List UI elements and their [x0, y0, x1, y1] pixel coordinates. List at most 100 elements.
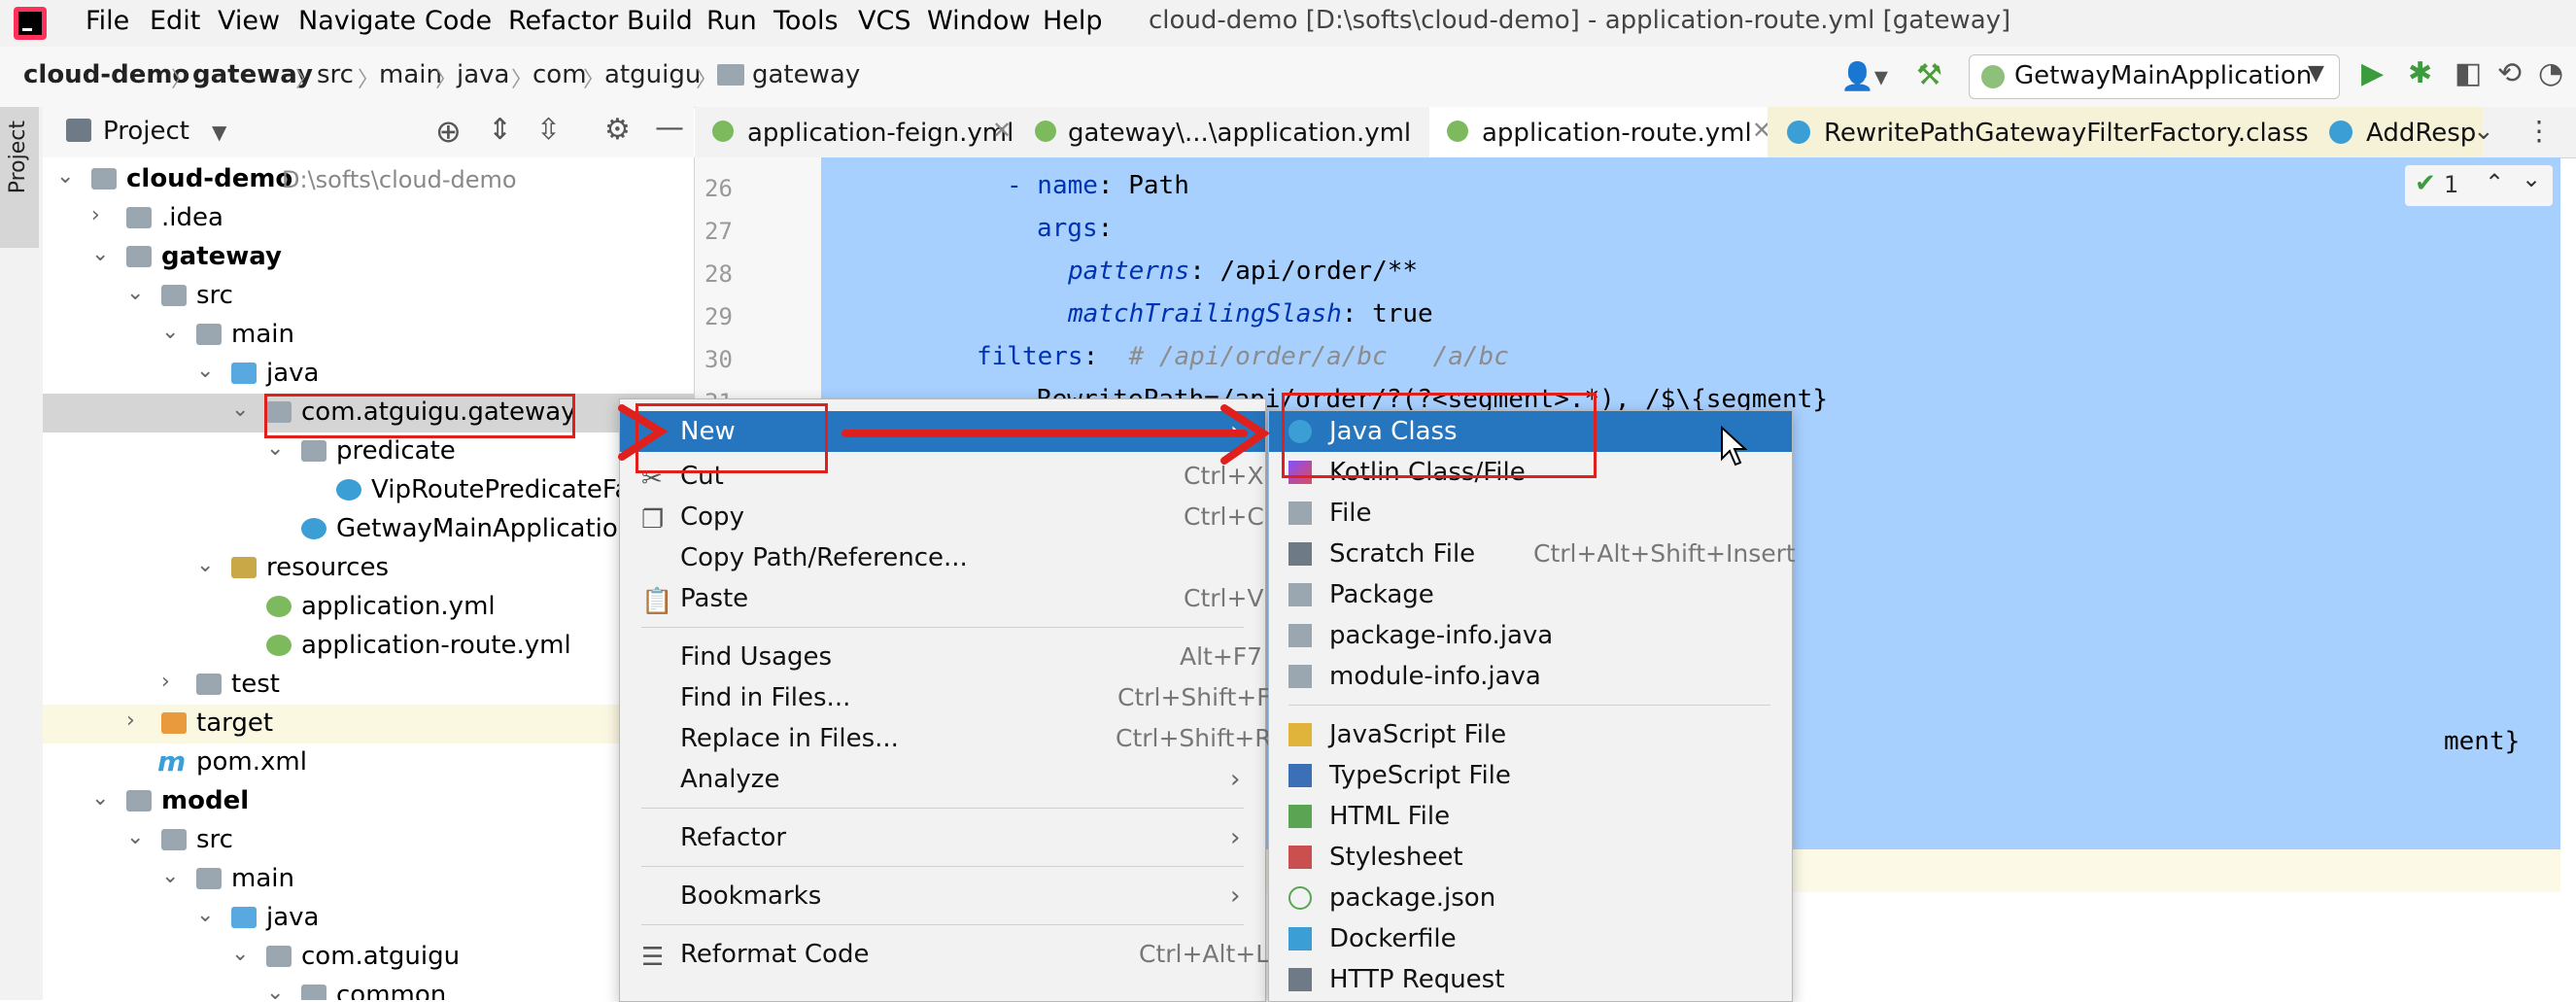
tab-rewritepath-class[interactable]: RewritePathGatewayFilterFactory.class ✕ [1768, 107, 2362, 157]
tree-item-com-atguigu[interactable]: ⌄ com.atguigu [43, 938, 694, 977]
chevron-down-icon[interactable]: ⌄ [196, 553, 214, 577]
previous-highlight-icon[interactable]: ⌃ [2485, 169, 2504, 196]
chevron-down-icon[interactable]: ⌄ [161, 864, 179, 888]
project-tool-tab[interactable]: Project [0, 107, 39, 248]
chevron-down-icon[interactable]: ⌄ [126, 825, 144, 849]
tree-item-application-yml[interactable]: application.yml [43, 588, 694, 627]
menu-item-bookmarks[interactable]: Bookmarks › [620, 876, 1265, 916]
hide-panel-icon[interactable]: — [655, 111, 684, 145]
menu-item-copy-path[interactable]: Copy Path/Reference... [620, 537, 1265, 578]
chevron-right-icon[interactable]: › [91, 203, 100, 227]
menu-tools[interactable]: Tools [773, 6, 839, 36]
more-run-icon[interactable]: ◔ [2538, 56, 2563, 90]
menu-item-dockerfile[interactable]: Dockerfile [1269, 918, 1792, 959]
chevron-down-icon[interactable]: ⌄ [91, 786, 109, 811]
expand-all-icon[interactable]: ⇕ [488, 113, 512, 147]
tree-item-common[interactable]: ⌄ common [43, 977, 694, 1000]
close-icon[interactable]: ✕ [992, 117, 1012, 144]
menu-item-stylesheet[interactable]: Stylesheet [1269, 837, 1792, 878]
collapse-all-icon[interactable]: ⇳ [536, 113, 561, 147]
menu-item-typescript-file[interactable]: TypeScript File [1269, 755, 1792, 796]
menu-item-find-usages[interactable]: Find Usages Alt+F7 [620, 637, 1265, 677]
menu-run[interactable]: Run [706, 6, 757, 36]
chevron-down-icon[interactable]: ⌄ [266, 981, 284, 1000]
menu-item-paste[interactable]: 📋 Paste Ctrl+V [620, 578, 1265, 619]
tree-item-model[interactable]: ⌄ model [43, 782, 694, 821]
menu-item-reformat-code[interactable]: ☰ Reformat Code Ctrl+Alt+L [620, 934, 1269, 975]
menu-item-file[interactable]: File [1269, 493, 1792, 534]
menu-item-scratch-file[interactable]: Scratch File Ctrl+Alt+Shift+Insert [1269, 534, 1796, 574]
menu-item-html-file[interactable]: HTML File [1269, 796, 1792, 837]
tab-gateway-application[interactable]: gateway\...\application.yml ✕ [1029, 107, 1748, 157]
tab-application-route[interactable]: application-route.yml ✕ [1429, 107, 1781, 161]
tree-item-application-route-yml[interactable]: application-route.yml [43, 627, 694, 666]
tree-item-predicate[interactable]: ⌄ predicate [43, 432, 694, 471]
menu-build[interactable]: Build [627, 6, 693, 36]
tree-item-test[interactable]: › test [43, 666, 694, 705]
menu-item-package-info[interactable]: package-info.java [1269, 615, 1792, 656]
tree-item-gateway[interactable]: ⌄ gateway [43, 238, 694, 277]
menu-item-package-json[interactable]: package.json [1269, 878, 1792, 918]
chevron-down-icon[interactable]: ⌄ [266, 436, 284, 461]
tree-item-main[interactable]: ⌄ main [43, 316, 694, 355]
menu-view[interactable]: View [218, 6, 280, 36]
tree-item-getwaymainapplication[interactable]: GetwayMainApplication [43, 510, 694, 549]
menu-item-copy[interactable]: ❐ Copy Ctrl+C [620, 497, 1265, 537]
tree-item-cloud-demo[interactable]: ⌄ cloud-demo D:\softs\cloud-demo [43, 160, 694, 199]
chevron-right-icon[interactable]: › [161, 670, 170, 694]
tree-item-idea[interactable]: › .idea [43, 199, 694, 238]
tree-item-src[interactable]: ⌄ src [43, 821, 694, 860]
tree-item-java[interactable]: ⌄ java [43, 899, 694, 938]
menu-item-find-in-files[interactable]: Find in Files... Ctrl+Shift+F [620, 677, 1271, 718]
locate-file-icon[interactable]: ⊕ [435, 113, 462, 150]
menu-navigate[interactable]: Navigate [298, 6, 416, 36]
tree-item-main[interactable]: ⌄ main [43, 860, 694, 899]
chevron-down-icon[interactable]: ⌄ [231, 942, 249, 966]
tree-item-src[interactable]: ⌄ src [43, 277, 694, 316]
more-options-icon[interactable]: ⋮ [2525, 115, 2553, 147]
chevron-down-icon[interactable]: ⌄ [196, 359, 214, 383]
menu-vcs[interactable]: VCS [858, 6, 910, 36]
run-icon[interactable]: ▶ [2361, 56, 2384, 90]
tab-application-feign[interactable]: application-feign.yml ✕ [695, 107, 1021, 157]
chevron-right-icon[interactable]: › [126, 708, 135, 733]
tree-item-java[interactable]: ⌄ java [43, 355, 694, 394]
coverage-icon[interactable]: ◧ [2455, 56, 2482, 90]
menu-window[interactable]: Window [927, 6, 1030, 36]
menu-item-analyze[interactable]: Analyze › [620, 759, 1265, 800]
tree-item-target[interactable]: › target [43, 705, 694, 743]
breadcrumb-project[interactable]: cloud-demo [23, 60, 189, 89]
profiler-icon[interactable]: ⟲ [2497, 56, 2522, 90]
debug-icon[interactable]: ✱ [2408, 56, 2432, 90]
chevron-down-icon[interactable]: ⌄ [231, 397, 249, 422]
menu-file[interactable]: File [86, 6, 129, 36]
build-hammer-icon[interactable]: ⚒ [1916, 58, 1942, 92]
menu-help[interactable]: Help [1043, 6, 1103, 36]
menu-item-package[interactable]: Package [1269, 574, 1792, 615]
tab-addresp[interactable]: AddResp [2310, 107, 2483, 157]
menu-item-module-info[interactable]: module-info.java [1269, 656, 1792, 697]
gear-icon[interactable]: ⚙ [604, 113, 631, 147]
breadcrumb-java[interactable]: java [457, 60, 509, 89]
breadcrumb-gateway-package[interactable]: gateway [752, 60, 860, 89]
breadcrumb-atguigu[interactable]: atguigu [604, 60, 701, 89]
chevron-down-icon[interactable]: ▼ [212, 121, 226, 144]
tree-item-pom-xml[interactable]: m pom.xml [43, 743, 694, 782]
run-configuration-selector[interactable]: GetwayMainApplication ▼ [1969, 54, 2340, 99]
menu-item-http-request[interactable]: HTTP Request [1269, 959, 1792, 1000]
chevron-down-icon[interactable]: ⌄ [126, 281, 144, 305]
chevron-down-icon[interactable]: ⌄ [161, 320, 179, 344]
tree-item-viproutepredicatefact[interactable]: VipRoutePredicateFact [43, 471, 694, 510]
breadcrumb-main[interactable]: main [379, 60, 442, 89]
chevron-down-icon[interactable]: ⌄ [91, 242, 109, 266]
inspection-widget[interactable]: ✔ 1 ⌃ ⌄ [2405, 165, 2553, 206]
menu-item-refactor[interactable]: Refactor › [620, 817, 1265, 858]
menu-code[interactable]: Code [425, 6, 492, 36]
menu-refactor[interactable]: Refactor [508, 6, 618, 36]
chevron-down-icon[interactable]: ⌄ [2473, 117, 2494, 146]
chevron-down-icon[interactable]: ⌄ [56, 164, 74, 189]
breadcrumb-src[interactable]: src [317, 60, 354, 89]
menu-edit[interactable]: Edit [150, 6, 200, 36]
project-panel-title[interactable]: Project [103, 117, 189, 146]
breadcrumb-com[interactable]: com [532, 60, 587, 89]
